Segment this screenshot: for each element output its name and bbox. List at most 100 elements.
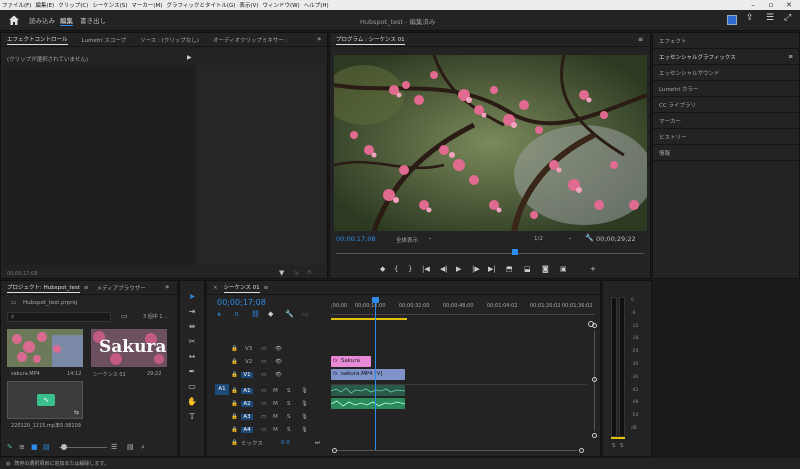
share-icon[interactable]: ⇪ (746, 13, 754, 23)
sync-lock-icon[interactable]: ▭ (261, 388, 273, 394)
tab-project[interactable]: プロジェクト: Hubspot_test (7, 283, 80, 293)
project-item-sequence[interactable]: Sakura (91, 329, 167, 367)
freeform-view-icon[interactable]: ▤ (43, 443, 57, 451)
settings-icon[interactable]: ⇱ (307, 269, 313, 277)
sort-icon[interactable]: ☰ (111, 443, 127, 451)
solo-button[interactable]: S (287, 401, 301, 407)
pen-tool-icon[interactable]: ✒ (185, 365, 199, 379)
sync-lock-icon[interactable]: ▭ (261, 346, 275, 352)
eye-icon[interactable]: 👁 (275, 359, 282, 365)
nest-icon[interactable]: ⚹ (217, 310, 234, 319)
tab-media-browser[interactable]: メディアブラウザー (97, 284, 146, 292)
mic-icon[interactable]: 🎙 (301, 401, 308, 407)
fit-chevron-icon[interactable]: ⌄ (428, 235, 432, 241)
quality-dropdown[interactable]: 1/2 (534, 236, 543, 242)
right-item-effects[interactable]: エフェクト (653, 33, 799, 49)
extract-icon[interactable]: ⬓ (524, 265, 542, 273)
tab-edit[interactable]: 編集 (60, 15, 73, 26)
selection-tool-icon[interactable]: ➤ (185, 290, 199, 304)
scroll-handle-mid[interactable] (592, 377, 597, 382)
program-title[interactable]: プログラム : シーケンス 01 (336, 35, 405, 45)
slip-tool-icon[interactable]: ↔ (185, 350, 199, 364)
rectangle-tool-icon[interactable]: ▭ (185, 380, 199, 394)
quick-export-icon[interactable] (727, 15, 737, 25)
tab-audio-mixer[interactable]: オーディオクリップミキサー : (213, 36, 288, 44)
menu-view[interactable]: 表示(V) (239, 1, 258, 9)
play-icon[interactable]: ▶ (456, 265, 472, 273)
menu-help[interactable]: ヘルプ(H) (304, 1, 329, 9)
workspaces-icon[interactable]: ☰ (766, 13, 774, 23)
horizontal-scroll-right-handle[interactable] (579, 448, 584, 453)
marker-icon[interactable]: ◆ (380, 265, 394, 273)
lock-icon[interactable]: 🔒 (231, 372, 241, 378)
menu-sequence[interactable]: シーケンス(S) (92, 1, 127, 9)
add-marker-icon[interactable]: ◆ (268, 310, 285, 319)
sync-lock-icon[interactable]: ▭ (261, 401, 273, 407)
title-clip[interactable]: fx Sakura (331, 356, 371, 367)
lock-icon[interactable]: 🔒 (231, 440, 241, 446)
scroll-handle-top[interactable] (592, 323, 597, 328)
video-clip[interactable]: fx sakura.MP4 [V] (331, 369, 405, 380)
right-item-cc-libraries[interactable]: CC ライブラリ (653, 97, 799, 113)
lock-icon[interactable]: 🔒 (231, 388, 241, 394)
panel-menu-icon[interactable]: ≡ (638, 36, 643, 43)
captions-icon[interactable]: ▭ (302, 310, 319, 319)
track-label-v2[interactable]: V2 (245, 359, 261, 365)
horizontal-scrollbar[interactable] (337, 450, 577, 451)
lock-icon[interactable]: 🔒 (231, 414, 241, 420)
track-label-v1[interactable]: V1 (241, 372, 253, 378)
mute-button[interactable]: M (273, 401, 287, 407)
chevron-right-icon[interactable]: ▶ (187, 54, 192, 61)
new-bin-icon[interactable]: ▭ (121, 312, 128, 320)
close-sequence-icon[interactable]: × (213, 285, 218, 291)
mute-button[interactable]: M (273, 427, 287, 433)
tab-import[interactable]: 読み込み (29, 15, 55, 25)
lift-icon[interactable]: ⬒ (506, 265, 524, 273)
menu-marker[interactable]: マーカー(M) (131, 1, 162, 9)
mic-icon[interactable]: 🎙 (301, 388, 308, 394)
menu-icon[interactable]: ≡ (788, 54, 793, 60)
solo-right-button[interactable]: S (620, 443, 623, 449)
eye-icon[interactable]: 👁 (275, 346, 282, 352)
time-ruler[interactable]: ;00;00 00;00;16;00 00;00;32;00 00;00;48;… (331, 301, 595, 315)
zoom-slider-knob[interactable] (61, 444, 67, 450)
timeline-timecode[interactable]: 00;00;17;08 (217, 298, 266, 307)
right-item-essential-sound[interactable]: エッセンシャルサウンド (653, 65, 799, 81)
zoom-slider[interactable] (57, 444, 111, 450)
go-to-in-icon[interactable]: |◀ (422, 265, 440, 273)
filter-icon[interactable]: ▼ (279, 269, 284, 277)
export-frame-icon[interactable]: ⇲ (293, 269, 299, 277)
panel-expand-icon[interactable]: » (317, 35, 321, 43)
mic-icon[interactable]: 🎙 (301, 427, 308, 433)
sync-lock-icon[interactable]: ▭ (261, 372, 275, 378)
sync-lock-icon[interactable]: ▭ (261, 359, 275, 365)
icon-view-icon[interactable]: ■ (31, 443, 43, 451)
track-area[interactable]: fx Sakura fx sakura.MP4 [V] (330, 297, 587, 451)
maximize-button[interactable]: ▫ (764, 0, 778, 10)
tab-source[interactable]: ソース : (クリップなし) (140, 36, 199, 44)
eye-icon[interactable]: 👁 (275, 372, 282, 378)
step-back-icon[interactable]: ◀| (440, 265, 456, 273)
menu-clip[interactable]: クリップ(C) (58, 1, 88, 9)
razor-tool-icon[interactable]: ✂ (185, 335, 199, 349)
mark-out-icon[interactable]: } (408, 265, 422, 273)
go-to-out-icon[interactable]: ▶| (488, 265, 506, 273)
right-item-info[interactable]: 情報 (653, 145, 799, 161)
minimize-button[interactable]: – (746, 0, 760, 10)
solo-button[interactable]: S (287, 427, 301, 433)
type-tool-icon[interactable]: T (185, 410, 199, 424)
snap-icon[interactable]: ∩ (234, 310, 251, 319)
right-item-lumetri-color[interactable]: Lumetri カラー (653, 81, 799, 97)
solo-button[interactable]: S (287, 414, 301, 420)
quality-chevron-icon[interactable]: ⌄ (568, 235, 572, 241)
linked-selection-icon[interactable]: ⛓ (251, 310, 268, 319)
project-menu-icon[interactable]: ≡ (84, 285, 89, 291)
timeline-settings-icon[interactable]: 🔧 (285, 310, 302, 319)
timeline-playhead-head[interactable] (372, 297, 379, 303)
program-timecode[interactable]: 00;00;17;08 (336, 235, 376, 243)
project-expand-icon[interactable]: » (165, 283, 169, 291)
audio-clip-a2[interactable] (330, 398, 406, 409)
timeline-menu-icon[interactable]: ≡ (264, 285, 269, 291)
camera-icon[interactable]: ◙ (542, 265, 560, 273)
scroll-handle-bottom[interactable] (592, 433, 597, 438)
